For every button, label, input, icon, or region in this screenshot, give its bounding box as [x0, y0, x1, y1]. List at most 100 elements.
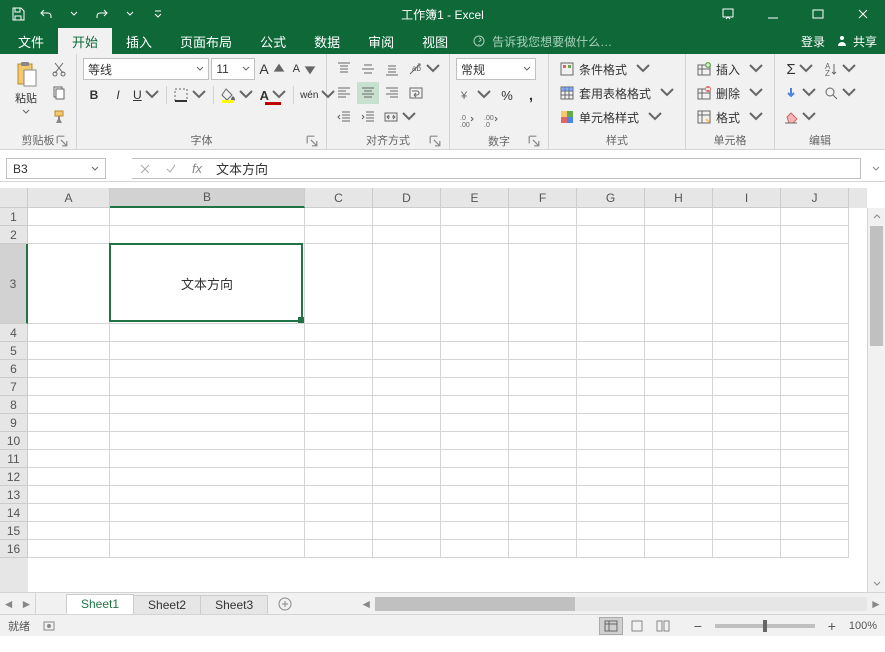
- cell-E14[interactable]: [441, 504, 509, 522]
- cell-I5[interactable]: [713, 342, 781, 360]
- cell-C7[interactable]: [305, 378, 373, 396]
- cell-I10[interactable]: [713, 432, 781, 450]
- format-as-table-button[interactable]: 套用表格格式: [555, 82, 679, 104]
- cell-C1[interactable]: [305, 208, 373, 226]
- minimize-button[interactable]: [750, 0, 795, 28]
- cell-styles-button[interactable]: 单元格样式: [555, 106, 667, 128]
- cell-A3[interactable]: [28, 244, 110, 324]
- cell-H12[interactable]: [645, 468, 713, 486]
- qat-customize[interactable]: [146, 2, 170, 26]
- undo-button[interactable]: [34, 2, 58, 26]
- fill-button[interactable]: [781, 82, 819, 104]
- cell-J16[interactable]: [781, 540, 849, 558]
- cell-G5[interactable]: [577, 342, 645, 360]
- cell-F13[interactable]: [509, 486, 577, 504]
- share-button[interactable]: 共享: [835, 33, 877, 50]
- cell-B4[interactable]: [110, 324, 305, 342]
- confirm-edit-button[interactable]: [158, 159, 184, 178]
- sheet-tab-Sheet2[interactable]: Sheet2: [133, 595, 201, 614]
- cell-F10[interactable]: [509, 432, 577, 450]
- cell-F11[interactable]: [509, 450, 577, 468]
- cell-B12[interactable]: [110, 468, 305, 486]
- close-button[interactable]: [840, 0, 885, 28]
- cell-C12[interactable]: [305, 468, 373, 486]
- cell-E2[interactable]: [441, 226, 509, 244]
- add-sheet-button[interactable]: [273, 593, 297, 614]
- cell-D7[interactable]: [373, 378, 441, 396]
- cell-C9[interactable]: [305, 414, 373, 432]
- align-left-button[interactable]: [333, 82, 355, 104]
- cell-C16[interactable]: [305, 540, 373, 558]
- redo-button[interactable]: [90, 2, 114, 26]
- cell-D6[interactable]: [373, 360, 441, 378]
- cell-E4[interactable]: [441, 324, 509, 342]
- align-center-button[interactable]: [357, 82, 379, 104]
- cell-G14[interactable]: [577, 504, 645, 522]
- number-dialog-launcher[interactable]: [528, 135, 540, 147]
- cell-H6[interactable]: [645, 360, 713, 378]
- tell-me-box[interactable]: 告诉我您想要做什么…: [472, 28, 612, 54]
- cell-E15[interactable]: [441, 522, 509, 540]
- cell-E16[interactable]: [441, 540, 509, 558]
- cell-J8[interactable]: [781, 396, 849, 414]
- vertical-scroll-thumb[interactable]: [870, 226, 883, 346]
- cell-D13[interactable]: [373, 486, 441, 504]
- cell-D2[interactable]: [373, 226, 441, 244]
- column-header-F[interactable]: F: [509, 188, 577, 208]
- ribbon-tab-视图[interactable]: 视图: [408, 28, 462, 54]
- cell-D3[interactable]: [373, 244, 441, 324]
- format-painter-button[interactable]: [48, 106, 70, 128]
- cell-B8[interactable]: [110, 396, 305, 414]
- cell-J3[interactable]: [781, 244, 849, 324]
- ribbon-options-button[interactable]: [705, 0, 750, 28]
- normal-view-button[interactable]: [599, 617, 623, 635]
- row-header-11[interactable]: 11: [0, 450, 28, 468]
- cell-B3[interactable]: 文本方向: [110, 244, 305, 324]
- zoom-value[interactable]: 100%: [849, 620, 877, 632]
- align-bottom-button[interactable]: [381, 58, 403, 80]
- insert-function-button[interactable]: fx: [184, 159, 210, 178]
- row-header-6[interactable]: 6: [0, 360, 28, 378]
- cell-A15[interactable]: [28, 522, 110, 540]
- cell-G16[interactable]: [577, 540, 645, 558]
- formula-input[interactable]: 文本方向: [210, 158, 861, 179]
- cell-A5[interactable]: [28, 342, 110, 360]
- cell-H8[interactable]: [645, 396, 713, 414]
- font-color-button[interactable]: A: [258, 84, 289, 106]
- cell-G7[interactable]: [577, 378, 645, 396]
- cell-J7[interactable]: [781, 378, 849, 396]
- cell-A14[interactable]: [28, 504, 110, 522]
- cell-C6[interactable]: [305, 360, 373, 378]
- select-all-button[interactable]: [0, 188, 28, 208]
- cell-F14[interactable]: [509, 504, 577, 522]
- row-header-12[interactable]: 12: [0, 468, 28, 486]
- cell-G8[interactable]: [577, 396, 645, 414]
- cell-C3[interactable]: [305, 244, 373, 324]
- cell-A11[interactable]: [28, 450, 110, 468]
- italic-button[interactable]: I: [107, 84, 129, 106]
- cell-F16[interactable]: [509, 540, 577, 558]
- cell-J11[interactable]: [781, 450, 849, 468]
- cell-F2[interactable]: [509, 226, 577, 244]
- ribbon-tab-文件[interactable]: 文件: [4, 28, 58, 54]
- align-right-button[interactable]: [381, 82, 403, 104]
- zoom-out-button[interactable]: −: [691, 618, 705, 634]
- macro-recorder-icon[interactable]: [42, 619, 56, 633]
- cell-H13[interactable]: [645, 486, 713, 504]
- cell-C15[interactable]: [305, 522, 373, 540]
- align-top-button[interactable]: [333, 58, 355, 80]
- column-header-H[interactable]: H: [645, 188, 713, 208]
- cell-H4[interactable]: [645, 324, 713, 342]
- cell-B1[interactable]: [110, 208, 305, 226]
- cell-C14[interactable]: [305, 504, 373, 522]
- cell-D5[interactable]: [373, 342, 441, 360]
- column-header-E[interactable]: E: [441, 188, 509, 208]
- row-header-7[interactable]: 7: [0, 378, 28, 396]
- cell-H3[interactable]: [645, 244, 713, 324]
- comma-button[interactable]: ,: [520, 84, 542, 106]
- cell-A13[interactable]: [28, 486, 110, 504]
- autosum-button[interactable]: Σ: [781, 58, 819, 80]
- cell-J1[interactable]: [781, 208, 849, 226]
- cut-button[interactable]: [48, 58, 70, 80]
- cell-H5[interactable]: [645, 342, 713, 360]
